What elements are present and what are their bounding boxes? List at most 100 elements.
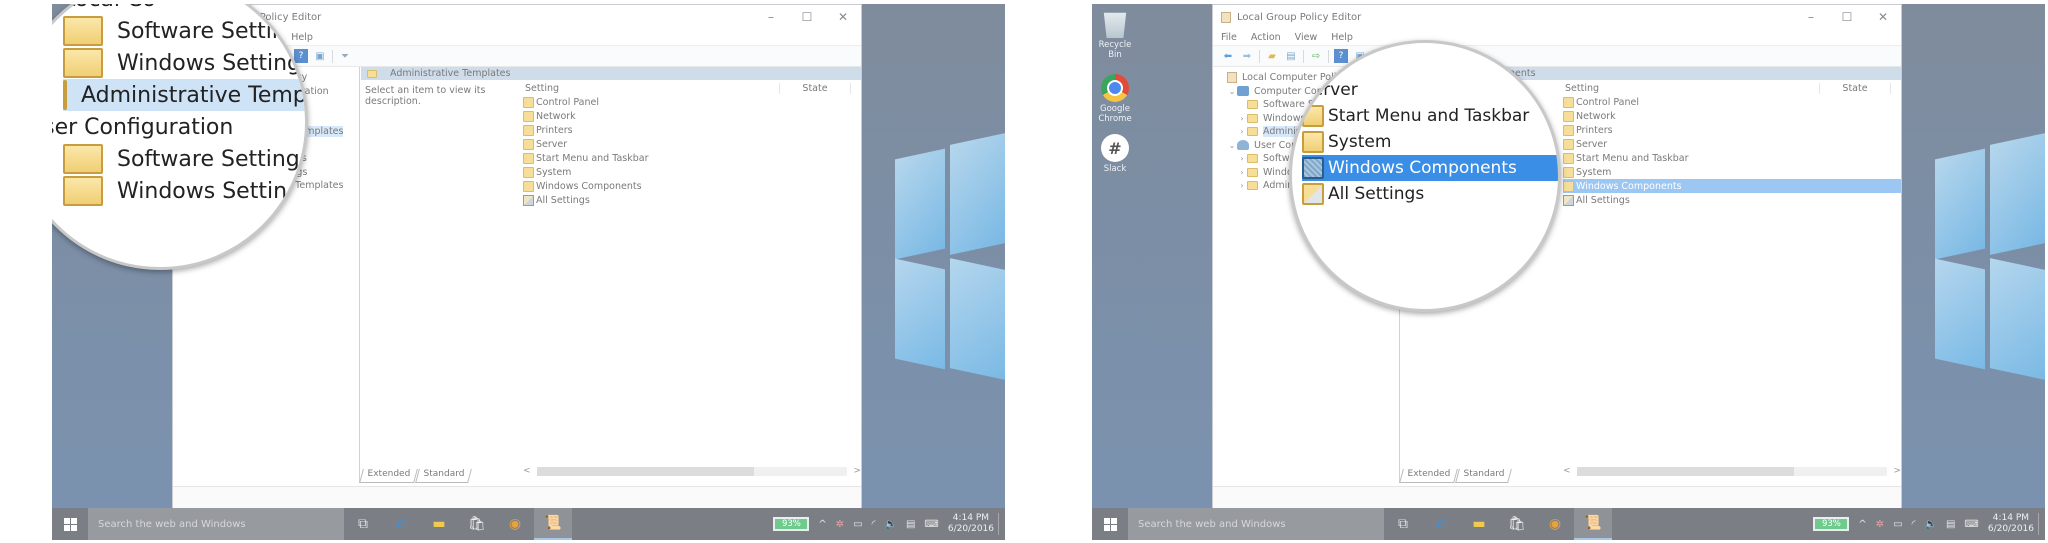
tab-standard[interactable]: Standard bbox=[1454, 469, 1512, 483]
settings-gear-icon[interactable]: ✲ bbox=[836, 519, 844, 530]
column-setting[interactable]: Setting bbox=[1563, 82, 1820, 94]
file-explorer-icon: ▬ bbox=[1472, 516, 1486, 532]
menu-action[interactable]: Action bbox=[1251, 32, 1281, 43]
minimize-button[interactable]: – bbox=[1793, 5, 1829, 29]
setting-row[interactable]: Control Panel bbox=[1563, 95, 1901, 109]
maximize-button[interactable]: ☐ bbox=[1829, 5, 1865, 29]
filter-icon[interactable]: ⏷ bbox=[338, 49, 352, 63]
tab-standard[interactable]: Standard bbox=[414, 469, 472, 483]
horizontal-scrollbar[interactable]: < > bbox=[523, 465, 861, 477]
scroll-thumb[interactable] bbox=[536, 466, 755, 476]
magnified-item: Software Settings bbox=[63, 143, 305, 175]
setting-row[interactable]: System bbox=[523, 165, 861, 179]
taskbar-file-explorer-button[interactable]: ▬ bbox=[1460, 508, 1498, 540]
expand-caret-icon[interactable]: › bbox=[1237, 168, 1247, 177]
power-icon[interactable]: ▭ bbox=[853, 519, 862, 530]
clock[interactable]: 4:14 PM 6/20/2016 bbox=[1988, 513, 2039, 535]
taskbar-task-view-button[interactable]: ⧉ bbox=[344, 508, 382, 540]
taskbar-edge-button[interactable]: e bbox=[1422, 508, 1460, 540]
help-icon[interactable]: ? bbox=[1334, 49, 1348, 63]
column-state[interactable]: State bbox=[780, 82, 851, 94]
taskbar-chrome-button[interactable]: ◉ bbox=[496, 508, 534, 540]
volume-icon[interactable]: 🔈 bbox=[1925, 519, 1937, 530]
wallpaper-light bbox=[855, 133, 1005, 404]
action-center-icon[interactable]: ▤ bbox=[906, 519, 915, 530]
setting-row[interactable]: Server bbox=[1563, 137, 1901, 151]
expand-caret-icon[interactable]: ⌄ bbox=[1227, 141, 1237, 150]
wifi-icon[interactable]: ◜ bbox=[872, 519, 876, 530]
start-button[interactable] bbox=[52, 508, 88, 540]
toolbar-separator bbox=[1259, 49, 1260, 63]
setting-row[interactable]: Network bbox=[523, 109, 861, 123]
keyboard-icon[interactable]: ⌨ bbox=[924, 519, 938, 530]
desktop-icon-google-chrome[interactable]: Google Chrome bbox=[1092, 74, 1138, 124]
scroll-left-button[interactable]: < bbox=[1563, 466, 1571, 476]
horizontal-scrollbar[interactable]: < > bbox=[1563, 465, 1901, 477]
tab-extended[interactable]: Extended bbox=[359, 469, 418, 483]
action-center-icon[interactable]: ▤ bbox=[1946, 519, 1955, 530]
column-setting[interactable]: Setting bbox=[523, 82, 780, 94]
taskbar-group-policy-editor-button[interactable]: 📜 bbox=[1574, 508, 1612, 540]
keyboard-icon[interactable]: ⌨ bbox=[1964, 519, 1978, 530]
scroll-thumb[interactable] bbox=[1576, 466, 1795, 476]
desktop-icon-recycle-bin[interactable]: Recycle Bin bbox=[1092, 10, 1138, 60]
maximize-button[interactable]: ☐ bbox=[789, 5, 825, 29]
show-hidden-icons[interactable]: ^ bbox=[1858, 519, 1866, 530]
start-button[interactable] bbox=[1092, 508, 1128, 540]
setting-row[interactable]: System bbox=[1563, 165, 1901, 179]
expand-caret-icon[interactable]: › bbox=[1237, 154, 1247, 163]
menu-help[interactable]: Help bbox=[1331, 32, 1353, 43]
expand-caret-icon[interactable]: › bbox=[1237, 127, 1247, 136]
taskbar-store-button[interactable]: 🛍 bbox=[458, 508, 496, 540]
back-icon[interactable]: ⬅ bbox=[1221, 49, 1235, 63]
setting-row[interactable]: Control Panel bbox=[523, 95, 861, 109]
clock[interactable]: 4:14 PM 6/20/2016 bbox=[948, 513, 999, 535]
properties-icon[interactable]: ▣ bbox=[313, 49, 327, 63]
taskbar-search-box[interactable]: Search the web and Windows bbox=[1128, 508, 1384, 540]
setting-row[interactable]: All Settings bbox=[1563, 193, 1901, 207]
taskbar-file-explorer-button[interactable]: ▬ bbox=[420, 508, 458, 540]
setting-row[interactable]: Windows Components bbox=[1563, 179, 1901, 193]
expand-caret-icon[interactable]: › bbox=[1237, 114, 1247, 123]
battery-indicator[interactable]: 93% bbox=[773, 517, 810, 531]
minimize-button[interactable]: – bbox=[753, 5, 789, 29]
setting-row[interactable]: All Settings bbox=[523, 193, 861, 207]
show-hidden-icons[interactable]: ^ bbox=[818, 519, 826, 530]
setting-row[interactable]: Start Menu and Taskbar bbox=[523, 151, 861, 165]
taskbar-task-view-button[interactable]: ⧉ bbox=[1384, 508, 1422, 540]
setting-row[interactable]: Start Menu and Taskbar bbox=[1563, 151, 1901, 165]
column-state[interactable]: State bbox=[1820, 82, 1891, 94]
taskbar-search-box[interactable]: Search the web and Windows bbox=[88, 508, 344, 540]
setting-row[interactable]: Network bbox=[1563, 109, 1901, 123]
setting-row[interactable]: Printers bbox=[1563, 123, 1901, 137]
taskbar-group-policy-editor-button[interactable]: 📜 bbox=[534, 508, 572, 540]
close-button[interactable]: ✕ bbox=[1865, 5, 1901, 29]
scroll-right-button[interactable]: > bbox=[853, 466, 861, 476]
expand-caret-icon[interactable]: › bbox=[1237, 181, 1247, 190]
settings-list: Setting State Control Panel Network Printe… bbox=[523, 81, 861, 463]
close-button[interactable]: ✕ bbox=[825, 5, 861, 29]
setting-row[interactable]: Printers bbox=[523, 123, 861, 137]
details-pane: Administrative Templates Select an item … bbox=[361, 67, 861, 483]
clock-date: 6/20/2016 bbox=[1987, 524, 2034, 534]
volume-icon[interactable]: 🔈 bbox=[885, 519, 897, 530]
setting-row[interactable]: Windows Components bbox=[523, 179, 861, 193]
desktop-icon-slack[interactable]: # Slack bbox=[1092, 134, 1138, 174]
settings-gear-icon[interactable]: ✲ bbox=[1876, 519, 1884, 530]
menu-view[interactable]: View bbox=[1295, 32, 1318, 43]
scroll-left-button[interactable]: < bbox=[523, 466, 531, 476]
up-folder-icon[interactable]: ▰ bbox=[1265, 49, 1279, 63]
taskbar-store-button[interactable]: 🛍 bbox=[1498, 508, 1536, 540]
power-icon[interactable]: ▭ bbox=[1893, 519, 1902, 530]
menu-file[interactable]: File bbox=[1221, 32, 1237, 43]
tab-extended[interactable]: Extended bbox=[1399, 469, 1458, 483]
battery-indicator[interactable]: 93% bbox=[1813, 517, 1850, 531]
show-hide-tree-icon[interactable]: ▤ bbox=[1284, 49, 1298, 63]
taskbar-chrome-button[interactable]: ◉ bbox=[1536, 508, 1574, 540]
expand-caret-icon[interactable]: ⌄ bbox=[1227, 87, 1237, 96]
setting-row[interactable]: Server bbox=[523, 137, 861, 151]
wifi-icon[interactable]: ◜ bbox=[1912, 519, 1916, 530]
scroll-right-button[interactable]: > bbox=[1893, 466, 1901, 476]
taskbar-edge-button[interactable]: e bbox=[382, 508, 420, 540]
forward-icon[interactable]: ➡ bbox=[1240, 49, 1254, 63]
